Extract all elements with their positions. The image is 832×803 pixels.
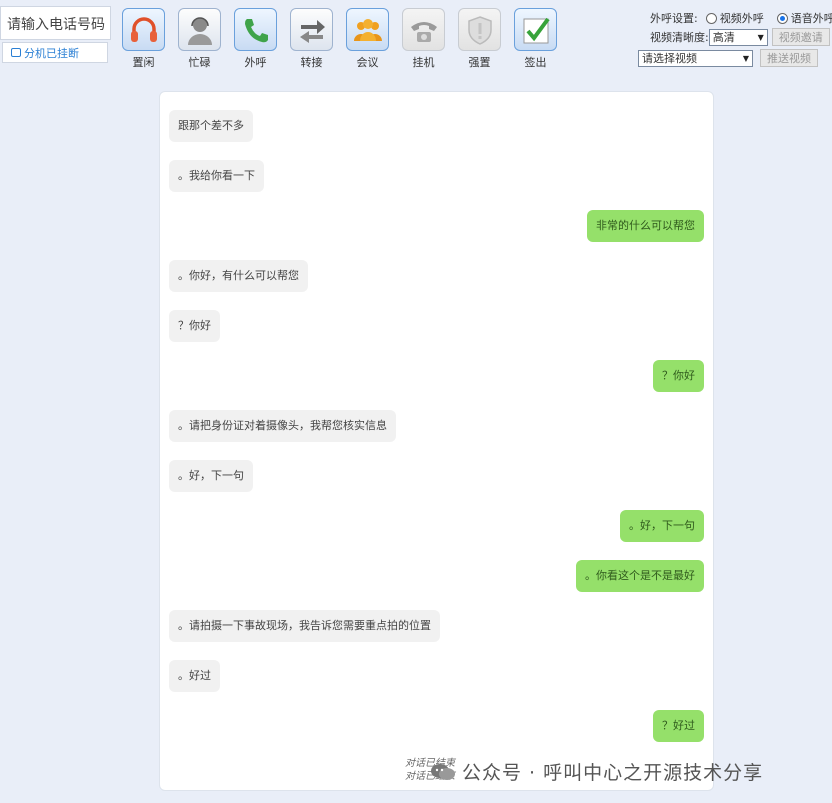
transfer-button[interactable]: 转接 (290, 8, 333, 70)
transfer-label: 转接 (300, 56, 323, 69)
checkmark-icon (514, 8, 557, 51)
conference-button[interactable]: 会议 (346, 8, 389, 70)
radio-dot-selected (776, 12, 788, 24)
force-label: 强置 (468, 56, 491, 69)
message-incoming: 。请拍摄一下事故现场，我告诉您需要重点拍的位置 (169, 610, 440, 642)
video-clarity-value: 高清 (712, 31, 735, 44)
conference-label: 会议 (356, 56, 379, 69)
watermark-text: 公众号 · 呼叫中心之开源技术分享 (462, 762, 764, 784)
message-incoming: 。你好，有什么可以帮您 (169, 260, 308, 292)
message-incoming: 。好过 (169, 660, 220, 692)
outbound-button[interactable]: 外呼 (234, 8, 277, 70)
shield-icon (458, 8, 501, 51)
busy-label: 忙碌 (188, 56, 211, 69)
video-select[interactable]: 请选择视频 ▼ (638, 49, 753, 67)
hangup-icon (402, 8, 445, 51)
outbound-settings-label: 外呼设置: (650, 12, 698, 25)
video-outbound-label: 视频外呼 (719, 12, 764, 25)
message-outgoing: 非常的什么可以帮您 (587, 210, 704, 242)
voice-outbound-label: 语音外呼 (790, 12, 832, 25)
wechat-icon (430, 762, 456, 782)
message-incoming: ？你好 (169, 310, 220, 342)
extension-status: 分机已挂断 (2, 42, 108, 63)
watermark: 公众号 · 呼叫中心之开源技术分享 (430, 758, 763, 785)
push-video-button[interactable]: 推送视频 (760, 49, 818, 67)
call-settings-panel: 外呼设置: 视频外呼 语音外呼 视频清晰度: 高清 ▼ 视频邀请 请选择视频 ▼… (638, 10, 832, 67)
voice-outbound-radio[interactable]: 语音外呼 (776, 10, 832, 26)
hangup-label: 挂机 (412, 56, 435, 69)
phone-number-input[interactable]: 请输入电话号码 (0, 6, 111, 40)
message-incoming: 跟那个差不多 (169, 110, 253, 142)
signout-label: 签出 (524, 56, 547, 69)
video-outbound-radio[interactable]: 视频外呼 (705, 10, 764, 26)
message-incoming: 。请把身份证对着摄像头，我帮您核实信息 (169, 410, 396, 442)
headset-icon (122, 8, 165, 51)
phone-status-icon (11, 48, 21, 57)
video-invite-button[interactable]: 视频邀请 (771, 28, 830, 46)
chat-panel: 跟那个差不多 。我给你看一下 非常的什么可以帮您 。你好，有什么可以帮您 ？你好… (159, 91, 714, 791)
idle-button[interactable]: 置闲 (122, 8, 165, 70)
outbound-label: 外呼 (244, 56, 267, 69)
chevron-down-icon: ▼ (757, 32, 764, 42)
conference-icon (346, 8, 389, 51)
video-select-value: 请选择视频 (642, 52, 697, 65)
call-toolbar: 置闲 忙碌 外呼 转接 会议 挂机 强置 签出 (122, 8, 557, 70)
hangup-button[interactable]: 挂机 (402, 8, 445, 70)
radio-dot (705, 12, 717, 24)
agent-icon (178, 8, 221, 51)
busy-button[interactable]: 忙碌 (178, 8, 221, 70)
signout-button[interactable]: 签出 (514, 8, 557, 70)
idle-label: 置闲 (132, 56, 155, 69)
extension-status-text: 分机已挂断 (24, 46, 79, 60)
force-button[interactable]: 强置 (458, 8, 501, 70)
message-outgoing: ？好过 (653, 710, 704, 742)
video-clarity-select[interactable]: 高清 ▼ (708, 28, 768, 46)
chevron-down-icon: ▼ (742, 53, 749, 63)
message-outgoing: 。你看这个是不是最好 (576, 560, 704, 592)
message-outgoing: 。好，下一句 (620, 510, 704, 542)
message-incoming: 。好，下一句 (169, 460, 253, 492)
message-incoming: 。我给你看一下 (169, 160, 264, 192)
phone-call-icon (234, 8, 277, 51)
message-outgoing: ？你好 (653, 360, 704, 392)
transfer-icon (290, 8, 333, 51)
video-clarity-label: 视频清晰度: (650, 31, 709, 44)
